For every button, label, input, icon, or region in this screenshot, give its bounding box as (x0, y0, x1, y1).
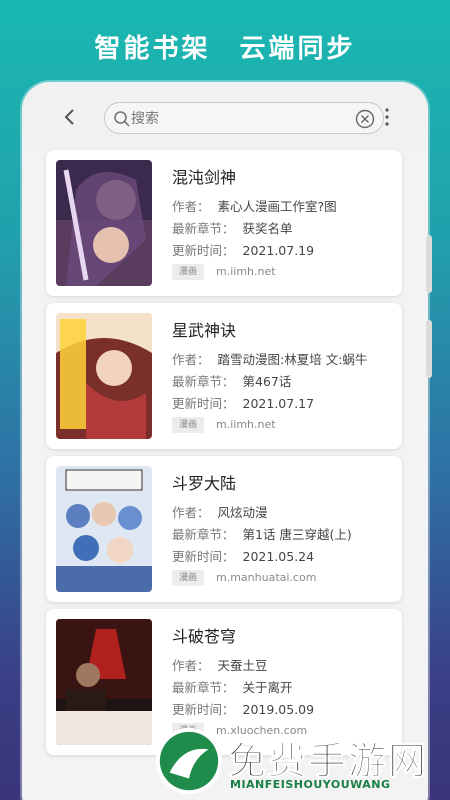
source-site: m.manhuatai.com (216, 571, 317, 584)
watermark-text: 免费手游网 (227, 739, 429, 784)
watermark-logo: 免费手游网 MIANFEISHOUYOUWANG (154, 726, 444, 800)
updated-label: 更新时间： (172, 243, 235, 258)
updated-label: 更新时间： (172, 702, 235, 717)
book-cover-image (56, 466, 152, 592)
author-value: 天蚕土豆 (217, 658, 268, 673)
book-card[interactable]: 斗罗大陆 作者： 风炫动漫 最新章节： 第1话 唐三穿越(上) 更新时间： 2021.… (46, 456, 402, 602)
updated-value: 2021.07.17 (242, 396, 315, 411)
clear-icon[interactable] (355, 109, 375, 129)
latest-chapter-value: 获奖名单 (242, 221, 293, 236)
latest-chapter-label: 最新章节： (172, 527, 235, 542)
latest-chapter-row: 最新章节： 获奖名单 (172, 218, 293, 237)
updated-value: 2019.05.09 (242, 702, 315, 717)
watermark-emblem-icon (155, 727, 223, 795)
side-button (426, 235, 432, 293)
latest-chapter-label: 最新章节： (172, 374, 235, 389)
category-tag: 漫画 (172, 570, 204, 586)
top-bar (22, 82, 428, 150)
source-site: m.iimh.net (216, 418, 276, 431)
author-label: 作者： (172, 199, 210, 214)
updated-row: 更新时间： 2021.07.17 (172, 393, 314, 412)
latest-chapter-row: 最新章节： 第467话 (172, 371, 291, 390)
category-tag: 漫画 (172, 417, 204, 433)
search-input[interactable] (131, 107, 351, 131)
latest-chapter-row: 最新章节： 关于离开 (172, 677, 293, 696)
updated-label: 更新时间： (172, 396, 235, 411)
updated-label: 更新时间： (172, 549, 235, 564)
phone-frame: 混沌剑神 作者： 素心人漫画工作室?图 最新章节： 获奖名单 更新时间： 2021.0… (22, 82, 428, 800)
updated-value: 2021.07.19 (242, 243, 315, 258)
author-label: 作者： (172, 505, 210, 520)
source-site: m.iimh.net (216, 265, 276, 278)
search-icon (114, 111, 130, 127)
latest-chapter-label: 最新章节： (172, 221, 235, 236)
latest-chapter-value: 关于离开 (242, 680, 293, 695)
updated-row: 更新时间： 2021.07.19 (172, 240, 314, 259)
book-card[interactable]: 星武神诀 作者： 踏雪动漫图:林夏培 文:蜗牛 最新章节： 第467话 更新时间： 2… (46, 303, 402, 449)
author-label: 作者： (172, 658, 210, 673)
category-tag: 漫画 (172, 264, 204, 280)
updated-row: 更新时间： 2021.05.24 (172, 546, 314, 565)
book-title: 星武神诀 (172, 321, 237, 340)
author-label: 作者： (172, 352, 210, 367)
latest-chapter-value: 第1话 唐三穿越(上) (242, 527, 352, 542)
author-row: 作者： 风炫动漫 (172, 502, 268, 521)
author-value: 素心人漫画工作室?图 (217, 199, 337, 214)
more-menu-icon[interactable] (382, 106, 392, 128)
updated-row: 更新时间： 2019.05.09 (172, 699, 314, 718)
latest-chapter-value: 第467话 (242, 374, 292, 389)
book-card[interactable]: 混沌剑神 作者： 素心人漫画工作室?图 最新章节： 获奖名单 更新时间： 2021.0… (46, 150, 402, 296)
latest-chapter-row: 最新章节： 第1话 唐三穿越(上) (172, 524, 352, 543)
side-button (426, 320, 432, 378)
book-title: 斗破苍穹 (172, 627, 237, 646)
author-row: 作者： 踏雪动漫图:林夏培 文:蜗牛 (172, 349, 367, 368)
search-box[interactable] (104, 102, 384, 134)
book-cover-image (56, 313, 152, 439)
book-cover-image (56, 160, 152, 286)
author-row: 作者： 天蚕土豆 (172, 655, 268, 674)
author-value: 踏雪动漫图:林夏培 文:蜗牛 (217, 352, 368, 367)
book-title: 斗罗大陆 (172, 474, 237, 493)
book-title: 混沌剑神 (172, 168, 237, 187)
back-arrow-icon[interactable] (60, 104, 80, 130)
watermark-subtext: MIANFEISHOUYOUWANG (230, 778, 391, 791)
updated-value: 2021.05.24 (242, 549, 315, 564)
author-row: 作者： 素心人漫画工作室?图 (172, 196, 337, 215)
author-value: 风炫动漫 (217, 505, 268, 520)
book-cover-image (56, 619, 152, 745)
latest-chapter-label: 最新章节： (172, 680, 235, 695)
promo-headline: 智能书架 云端同步 (94, 34, 356, 64)
